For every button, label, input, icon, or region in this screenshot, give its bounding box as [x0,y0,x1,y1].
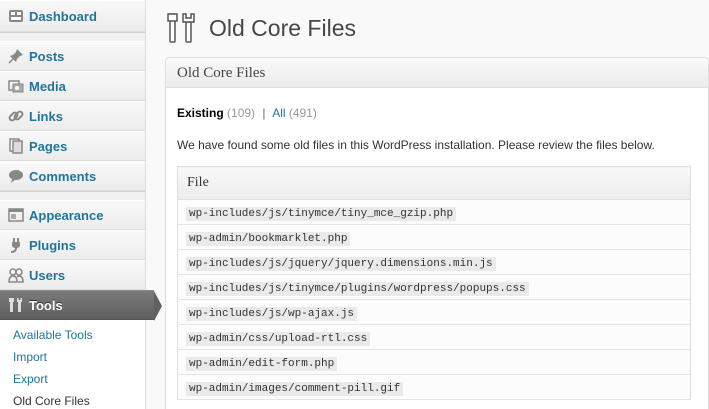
menu-links-label: Links [29,108,63,124]
menu-links[interactable]: Links [0,101,145,131]
pin-icon [7,47,25,65]
filter-existing[interactable]: Existing [177,106,224,120]
column-header-file: File [177,166,691,200]
menu-group-admin: Appearance Plugins Users Tools Available… [0,200,162,409]
menu-comments-label: Comments [29,168,97,184]
menu-group-content: Posts Media Links Pages Comments [0,41,145,192]
table-cell: wp-admin/bookmarklet.php [177,224,691,250]
menu-plugins-label: Plugins [29,237,76,253]
menu-group-dashboard: Dashboard [0,0,145,33]
file-path: wp-admin/edit-form.php [186,356,338,371]
table-header-row: File [177,166,691,200]
menu-separator [0,192,145,200]
admin-sidebar: Dashboard Posts Media Links Pages Commen… [0,0,162,409]
table-cell: wp-admin/css/upload-rtl.css [177,324,691,350]
menu-appearance-label: Appearance [29,207,104,223]
users-icon [7,266,25,284]
table-cell: wp-admin/images/comment-pill.gif [177,374,691,400]
old-files-table: File wp-includes/js/tinymce/tiny_mce_gzi… [177,166,691,400]
tools-large-icon [165,11,199,45]
menu-pages-label: Pages [29,138,68,154]
menu-posts-label: Posts [29,48,65,64]
submenu-old-core-files[interactable]: Old Core Files [0,390,145,409]
table-cell: wp-includes/js/tinymce/plugins/wordpress… [177,274,691,300]
table-row: wp-admin/css/upload-rtl.css [177,324,691,350]
menu-tools-label: Tools [29,297,63,313]
menu-comments[interactable]: Comments [0,161,145,191]
link-icon [7,107,25,125]
dashboard-icon [7,7,25,25]
table-row: wp-admin/bookmarklet.php [177,224,691,250]
main-content: Old Core Files Old Core Files Existing (… [165,0,709,409]
menu-media-label: Media [29,78,66,94]
appearance-icon [7,206,25,224]
file-path: wp-admin/bookmarklet.php [186,231,351,246]
submenu-import[interactable]: Import [0,346,145,368]
menu-posts[interactable]: Posts [0,41,145,71]
filter-all-count: (491) [288,106,317,120]
table-row: wp-includes/js/tinymce/tiny_mce_gzip.php [177,199,691,225]
file-filter-links: Existing (109) | All (491) [177,106,697,122]
file-path: wp-includes/js/jquery/jquery.dimensions.… [186,256,496,271]
menu-users-label: Users [29,267,66,283]
table-cell: wp-includes/js/wp-ajax.js [177,299,691,325]
tools-submenu: Available Tools Import Export Old Core F… [0,320,145,409]
menu-dashboard-label: Dashboard [29,8,97,24]
file-path: wp-includes/js/tinymce/plugins/wordpress… [186,281,529,296]
filter-separator: | [262,106,266,120]
filter-all[interactable]: All [272,106,285,120]
table-cell: wp-includes/js/jquery/jquery.dimensions.… [177,249,691,275]
table-row: wp-includes/js/jquery/jquery.dimensions.… [177,249,691,275]
comment-bubble-icon [7,167,25,185]
table-row: wp-admin/images/comment-pill.gif [177,374,691,400]
menu-tools[interactable]: Tools [0,290,162,321]
table-row: wp-includes/js/wp-ajax.js [177,299,691,325]
submenu-available-tools[interactable]: Available Tools [0,324,145,346]
menu-appearance[interactable]: Appearance [0,200,145,230]
description-text: We have found some old files in this Wor… [177,138,655,152]
box-title: Old Core Files [166,58,708,88]
file-path: wp-admin/images/comment-pill.gif [186,381,404,396]
table-row: wp-admin/edit-form.php [177,349,691,375]
menu-users[interactable]: Users [0,260,145,290]
menu-pages[interactable]: Pages [0,131,145,161]
page-header: Old Core Files [165,0,709,56]
pages-icon [7,137,25,155]
file-path: wp-includes/js/tinymce/tiny_mce_gzip.php [186,206,457,221]
menu-media[interactable]: Media [0,71,145,101]
plug-icon [7,236,25,254]
menu-dashboard[interactable]: Dashboard [0,0,145,32]
file-path: wp-admin/css/upload-rtl.css [186,331,371,346]
old-core-files-box: Old Core Files Existing (109) | All (491… [165,57,709,409]
file-path: wp-includes/js/wp-ajax.js [186,306,358,321]
table-cell: wp-includes/js/tinymce/tiny_mce_gzip.php [177,199,691,225]
tools-icon [7,296,25,314]
filter-existing-count: (109) [227,106,256,120]
submenu-export[interactable]: Export [0,368,145,390]
table-row: wp-includes/js/tinymce/plugins/wordpress… [177,274,691,300]
box-inside: Existing (109) | All (491) We have found… [166,106,708,400]
media-icon [7,77,25,95]
table-cell: wp-admin/edit-form.php [177,349,691,375]
menu-separator [0,33,145,41]
page-title: Old Core Files [209,14,356,41]
menu-plugins[interactable]: Plugins [0,230,145,260]
